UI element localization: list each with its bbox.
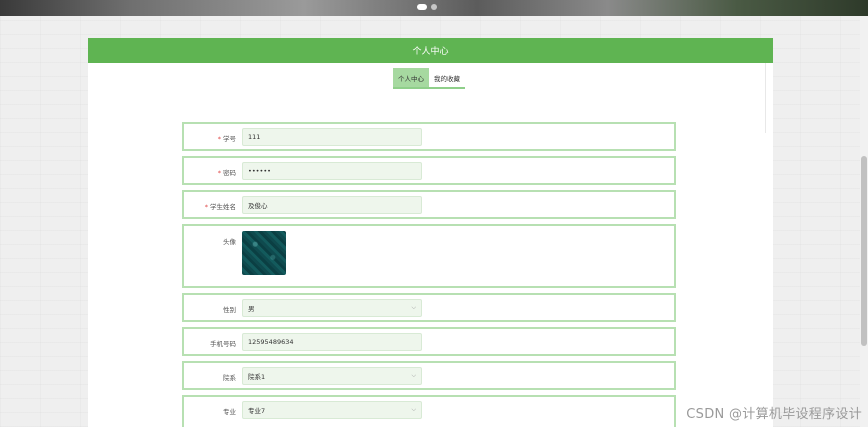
chevron-down-icon: ⌵ xyxy=(411,304,416,311)
avatar-image[interactable] xyxy=(242,231,286,275)
gender-label: 性别 xyxy=(223,306,236,314)
department-value: 院系1 xyxy=(248,373,266,381)
page-title: 个人中心 xyxy=(88,38,773,63)
form-row-gender: 性别 男 ⌵ xyxy=(182,293,676,322)
password-label: * 密码 xyxy=(217,169,236,177)
tab-profile[interactable]: 个人中心 xyxy=(393,68,429,87)
page-scrollbar[interactable] xyxy=(860,16,868,427)
form-row-student-name: * 学生姓名 及俊心 xyxy=(182,190,676,219)
department-select[interactable]: 院系1 ⌵ xyxy=(242,367,422,385)
carousel-dot-1[interactable] xyxy=(417,4,427,10)
student-name-input[interactable]: 及俊心 xyxy=(242,196,422,214)
major-value: 专业7 xyxy=(248,407,266,415)
form-row-password: * 密码 •••••• xyxy=(182,156,676,185)
major-label: 专业 xyxy=(223,408,236,416)
gender-select[interactable]: 男 ⌵ xyxy=(242,299,422,317)
phone-input[interactable]: 12595489634 xyxy=(242,333,422,351)
tab-bar: 个人中心 我的收藏 xyxy=(393,68,465,89)
department-label: 院系 xyxy=(223,374,236,382)
major-select[interactable]: 专业7 ⌵ xyxy=(242,401,422,419)
student-id-input[interactable]: 111 xyxy=(242,128,422,146)
student-id-label: * 学号 xyxy=(217,135,236,143)
form-row-department: 院系 院系1 ⌵ xyxy=(182,361,676,390)
phone-label: 手机号码 xyxy=(210,340,236,348)
form-row-student-id: * 学号 111 xyxy=(182,122,676,151)
avatar-label: 头像 xyxy=(223,238,236,246)
password-input[interactable]: •••••• xyxy=(242,162,422,180)
chevron-down-icon: ⌵ xyxy=(411,406,416,413)
form-row-major: 专业 专业7 ⌵ xyxy=(182,395,676,427)
scrollbar-thumb[interactable] xyxy=(861,156,867,346)
profile-panel: 个人中心 个人中心 我的收藏 * 学号 111 * 密码 •••••• * 学生姓名 … xyxy=(88,38,773,427)
top-banner xyxy=(0,0,868,16)
student-name-label: * 学生姓名 xyxy=(204,203,236,211)
watermark-text: CSDN @计算机毕设程序设计 xyxy=(686,407,862,422)
carousel-dot-2[interactable] xyxy=(431,4,437,10)
carousel-indicators[interactable] xyxy=(417,4,437,10)
tab-favorites[interactable]: 我的收藏 xyxy=(429,68,465,87)
gender-value: 男 xyxy=(248,305,255,313)
chevron-down-icon: ⌵ xyxy=(411,372,416,379)
divider xyxy=(765,63,766,133)
form-row-phone: 手机号码 12595489634 xyxy=(182,327,676,356)
form-row-avatar: 头像 xyxy=(182,224,676,288)
